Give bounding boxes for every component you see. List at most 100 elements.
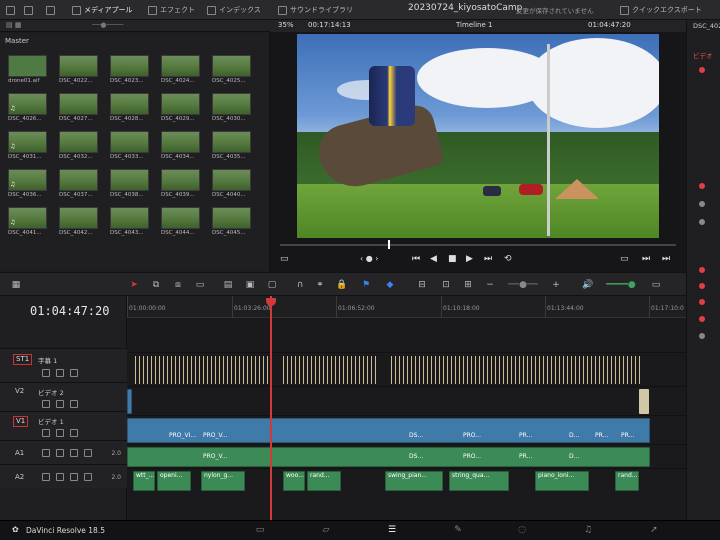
subtitle-clip[interactable] xyxy=(467,356,468,384)
subtitle-clip[interactable] xyxy=(603,356,604,384)
auto-select-icon[interactable] xyxy=(56,473,64,481)
audio-clip[interactable]: piano_ioni... xyxy=(535,471,589,491)
subtitle-clip[interactable] xyxy=(243,356,244,384)
subtitle-clip[interactable] xyxy=(575,356,576,384)
subtitle-clip[interactable] xyxy=(639,356,640,384)
subtitle-clip[interactable] xyxy=(507,356,508,384)
caption-icon[interactable] xyxy=(70,369,78,377)
timeline-name[interactable]: Timeline 1 xyxy=(456,21,492,29)
visibility-icon[interactable] xyxy=(70,429,78,437)
subtitle-clip[interactable] xyxy=(459,356,460,384)
solo-icon[interactable] xyxy=(70,449,78,457)
media-thumbnail[interactable]: DSC_4029... xyxy=(161,93,200,124)
track-id[interactable]: V1 xyxy=(13,416,29,427)
mute-icon[interactable] xyxy=(84,449,92,457)
db-meter-icon[interactable]: ▭ xyxy=(650,279,662,291)
subtitle-clip[interactable] xyxy=(251,356,252,384)
position-lock-icon[interactable]: 🔒 xyxy=(336,279,348,291)
subtitle-clip[interactable] xyxy=(139,356,140,384)
effects-button[interactable]: エフェクト xyxy=(148,4,195,16)
media-thumbnail[interactable]: DSC_4037... xyxy=(59,169,98,200)
layout-icon[interactable] xyxy=(46,4,58,16)
flag-icon[interactable]: ⚑ xyxy=(360,279,372,291)
audio-clip[interactable]: rand... xyxy=(307,471,341,491)
subtitle-clip[interactable] xyxy=(167,356,168,384)
subtitle-clip[interactable] xyxy=(315,356,316,384)
zoom-custom-icon[interactable]: ⊞ xyxy=(462,279,474,291)
subtitle-clip[interactable] xyxy=(519,356,520,384)
toggle-icon[interactable] xyxy=(699,283,705,289)
subtitle-clip[interactable] xyxy=(403,356,404,384)
subtitle-clip[interactable] xyxy=(455,356,456,384)
subtitle-clip[interactable] xyxy=(263,356,264,384)
subtitle-clip[interactable] xyxy=(135,356,136,384)
subtitle-clip[interactable] xyxy=(627,356,628,384)
audio-clip[interactable]: string_qua... xyxy=(449,471,509,491)
subtitle-clip[interactable] xyxy=(227,356,228,384)
media-thumbnail[interactable]: DSC_4030... xyxy=(212,93,251,124)
subtitle-clip[interactable] xyxy=(247,356,248,384)
media-thumbnail[interactable]: drone01.aif xyxy=(8,55,47,86)
edit-icon[interactable] xyxy=(24,4,36,16)
subtitle-clip[interactable] xyxy=(619,356,620,384)
zoom-out-icon[interactable]: − xyxy=(484,279,496,291)
subtitle-clip[interactable] xyxy=(531,356,532,384)
marker-icon[interactable]: ◆ xyxy=(384,279,396,291)
subtitle-clip[interactable] xyxy=(511,356,512,384)
volume-icon[interactable]: 🔊 xyxy=(582,279,594,291)
page-edit-icon[interactable]: ☰ xyxy=(384,525,400,537)
subtitle-clip[interactable] xyxy=(631,356,632,384)
lock-icon[interactable] xyxy=(42,369,50,377)
media-thumbnail[interactable]: DSC_4039... xyxy=(161,169,200,200)
subtitle-clip[interactable] xyxy=(559,356,560,384)
media-thumbnail[interactable]: ♫ DSC_4036... xyxy=(8,169,47,200)
subtitle-clip[interactable] xyxy=(499,356,500,384)
track-id[interactable]: ST1 xyxy=(13,354,33,365)
lock-icon[interactable] xyxy=(42,429,50,437)
subtitle-clip[interactable] xyxy=(503,356,504,384)
subtitle-clip[interactable] xyxy=(551,356,552,384)
subtitle-clip[interactable] xyxy=(407,356,408,384)
lock-icon[interactable] xyxy=(42,449,50,457)
timeline-ruler[interactable]: 01:00:00:00 01:03:26:00 01:06:52:00 01:1… xyxy=(127,296,686,318)
loop-icon[interactable]: ⟲ xyxy=(504,254,512,264)
subtitle-clip[interactable] xyxy=(491,356,492,384)
subtitle-clip[interactable] xyxy=(331,356,332,384)
audio-clip[interactable]: wtt_... xyxy=(133,471,155,491)
layout-icon[interactable]: ▦ xyxy=(10,279,22,291)
media-thumbnail[interactable]: DSC_4033... xyxy=(110,131,149,162)
subtitle-clip[interactable] xyxy=(215,356,216,384)
toggle-icon[interactable] xyxy=(699,183,705,189)
subtitle-clip[interactable] xyxy=(399,356,400,384)
subtitle-clip[interactable] xyxy=(423,356,424,384)
subtitle-clip[interactable] xyxy=(199,356,200,384)
subtitle-clip[interactable] xyxy=(327,356,328,384)
media-thumbnail[interactable]: DSC_4043... xyxy=(110,207,149,238)
viewer-scrubber[interactable] xyxy=(280,244,676,246)
zoom-detail-icon[interactable]: ⊡ xyxy=(440,279,452,291)
track-id[interactable]: V2 xyxy=(13,387,26,396)
media-thumbnail[interactable]: DSC_4024... xyxy=(161,55,200,86)
subtitle-clip[interactable] xyxy=(307,356,308,384)
media-thumbnail[interactable]: DSC_4038... xyxy=(110,169,149,200)
media-thumbnail[interactable]: ♫ DSC_4041... xyxy=(8,207,47,238)
subtitle-clip[interactable] xyxy=(191,356,192,384)
quick-export-button[interactable]: クイックエクスポート xyxy=(620,4,702,16)
subtitle-clip[interactable] xyxy=(351,356,352,384)
inspector-tab-video[interactable]: ビデオ xyxy=(693,50,713,60)
subtitle-clip[interactable] xyxy=(595,356,596,384)
audio-clip[interactable]: rand... xyxy=(615,471,639,491)
track-id[interactable]: A2 xyxy=(13,473,26,482)
subtitle-clip[interactable] xyxy=(159,356,160,384)
solo-icon[interactable] xyxy=(70,473,78,481)
toggle-icon[interactable] xyxy=(699,67,705,73)
volume-slider[interactable]: ━━━━● xyxy=(600,279,642,291)
snapping-icon[interactable]: ∩ xyxy=(294,279,306,291)
subtitle-clip[interactable] xyxy=(527,356,528,384)
subtitle-clip[interactable] xyxy=(363,356,364,384)
linked-selection-icon[interactable]: ⚭ xyxy=(314,279,326,291)
subtitle-clip[interactable] xyxy=(419,356,420,384)
match-frame-icon[interactable]: ▭ xyxy=(620,254,629,264)
bin-label[interactable]: Master xyxy=(5,37,29,45)
subtitle-clip[interactable] xyxy=(539,356,540,384)
